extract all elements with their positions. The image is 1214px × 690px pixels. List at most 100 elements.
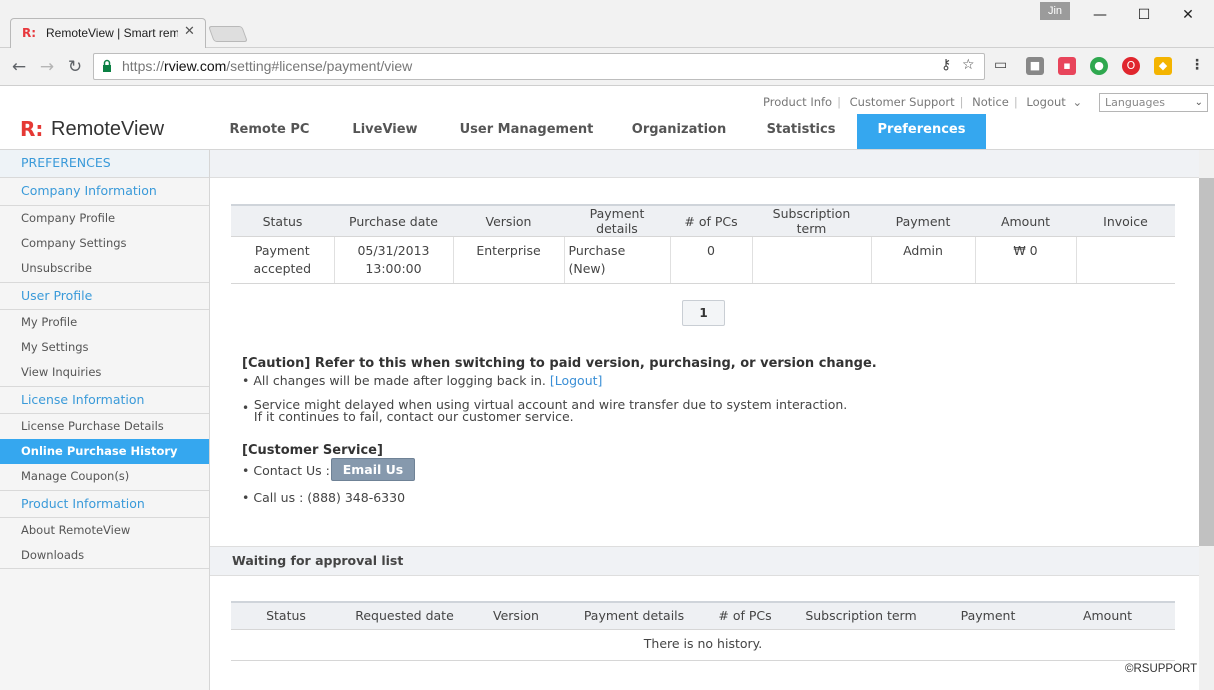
- nav-organization[interactable]: Organization: [618, 114, 740, 150]
- extension-icon[interactable]: ●: [1090, 57, 1108, 75]
- approval-section-title: Waiting for approval list: [232, 553, 404, 568]
- customer-service-title: [Customer Service]: [242, 443, 383, 458]
- column-header: Amount: [1040, 601, 1175, 630]
- logout-inline-link[interactable]: [Logout]: [550, 373, 603, 388]
- contact-label: Contact Us :: [253, 463, 330, 478]
- sidebar-item-company-profile[interactable]: Company Profile: [0, 206, 209, 231]
- logo-text: RemoteView: [51, 118, 165, 140]
- maximize-icon[interactable]: ☐: [1124, 4, 1164, 26]
- column-header: Subscription term: [786, 601, 936, 630]
- column-header: Payment: [936, 601, 1040, 630]
- back-icon[interactable]: ←: [8, 56, 30, 78]
- nav-statistics[interactable]: Statistics: [750, 114, 852, 150]
- caution-text: If it continues to fail, contact our cus…: [253, 409, 574, 424]
- sidebar-item-downloads[interactable]: Downloads: [0, 543, 209, 568]
- logout-link[interactable]: Logout: [1026, 95, 1065, 109]
- chevron-down-icon[interactable]: ⌄: [1072, 95, 1082, 109]
- lock-icon: [103, 59, 111, 72]
- extension-icon[interactable]: ◆: [1154, 57, 1172, 75]
- sidebar-item-manage-coupons[interactable]: Manage Coupon(s): [0, 464, 209, 489]
- tab-close-icon[interactable]: ✕: [184, 24, 195, 39]
- extension-icon[interactable]: ▪: [1058, 57, 1076, 75]
- new-tab-button[interactable]: [208, 26, 248, 42]
- sidebar-item-view-inquiries[interactable]: View Inquiries: [0, 360, 209, 385]
- notice-link[interactable]: Notice: [972, 95, 1009, 109]
- column-header: Requested date: [341, 601, 468, 630]
- empty-message: There is no history.: [231, 629, 1175, 661]
- extension-icon[interactable]: O: [1122, 57, 1140, 75]
- minimize-icon[interactable]: —: [1080, 4, 1120, 26]
- approval-table: Status Requested date Version Payment de…: [231, 601, 1175, 661]
- sidebar-item-my-profile[interactable]: My Profile: [0, 310, 209, 335]
- caution-line: If it continues to fail, contact our cus…: [242, 410, 574, 423]
- status-line: accepted: [253, 261, 312, 276]
- column-header: Payment details: [564, 204, 670, 237]
- nav-user-management[interactable]: User Management: [449, 114, 604, 150]
- url-text[interactable]: https://rview.com/setting#license/paymen…: [122, 58, 412, 74]
- date-line: 05/31/2013: [357, 243, 430, 258]
- reload-icon[interactable]: ↻: [64, 56, 86, 78]
- extension-icon[interactable]: ■: [1026, 57, 1044, 75]
- sidebar-item-online-purchase-history[interactable]: Online Purchase History: [0, 439, 209, 464]
- cell-pcs: 0: [670, 236, 753, 284]
- key-icon[interactable]: ⚷: [941, 57, 951, 73]
- caution-title: [Caution] Refer to this when switching t…: [242, 356, 877, 371]
- email-us-button[interactable]: Email Us: [331, 458, 415, 481]
- column-header: # of PCs: [670, 204, 752, 237]
- sidebar-item-company-settings[interactable]: Company Settings: [0, 231, 209, 256]
- forward-icon[interactable]: →: [36, 56, 58, 78]
- column-header: Subscription term: [752, 204, 871, 237]
- close-window-icon[interactable]: ✕: [1168, 4, 1208, 26]
- logo-mark: R:: [20, 117, 44, 141]
- call-text: Call us : (888) 348-6330: [253, 490, 406, 505]
- cell-subscription-term: [752, 236, 872, 284]
- nav-liveview[interactable]: LiveView: [335, 114, 435, 150]
- column-header: Status: [231, 601, 341, 630]
- utility-links: Product Info | Customer Support | Notice | …: [763, 95, 1082, 109]
- star-icon[interactable]: ☆: [962, 57, 975, 73]
- table-row: There is no history.: [231, 629, 1175, 661]
- column-header: Invoice: [1076, 204, 1175, 237]
- separator: |: [1013, 95, 1018, 109]
- url-path: /setting#license/payment/view: [226, 58, 413, 74]
- contact-line: • Contact Us :: [242, 463, 330, 478]
- product-info-link[interactable]: Product Info: [763, 95, 832, 109]
- call-line: • Call us : (888) 348-6330: [242, 490, 406, 505]
- profile-badge[interactable]: Jin: [1040, 2, 1070, 20]
- cell-payment-details: Purchase (New): [564, 236, 671, 284]
- sidebar-group-product-information[interactable]: Product Information: [0, 490, 209, 518]
- copyright: ©RSUPPORT: [1125, 663, 1198, 675]
- column-header: Purchase date: [334, 204, 453, 237]
- sidebar-divider: [0, 568, 209, 569]
- menu-icon[interactable]: ⋮: [1190, 57, 1204, 73]
- table-header-row: Status Requested date Version Payment de…: [231, 601, 1175, 630]
- sidebar-item-about-remoteview[interactable]: About RemoteView: [0, 518, 209, 543]
- sidebar-item-license-purchase-details[interactable]: License Purchase Details: [0, 414, 209, 439]
- url-scheme: https://: [122, 58, 165, 74]
- cell-purchase-date: 05/31/2013 13:00:00: [334, 236, 454, 284]
- pagination-page-button[interactable]: 1: [682, 300, 725, 326]
- sidebar-group-company-information[interactable]: Company Information: [0, 178, 209, 206]
- sidebar-group-license-information[interactable]: License Information: [0, 386, 209, 414]
- column-header: Payment: [871, 204, 975, 237]
- language-select[interactable]: Languages ⌄: [1099, 93, 1208, 112]
- column-header: Version: [453, 204, 564, 237]
- tab-title[interactable]: RemoteView | Smart rem: [46, 26, 178, 40]
- cell-invoice[interactable]: [1076, 236, 1175, 284]
- column-header: Status: [231, 204, 334, 237]
- sidebar-item-unsubscribe[interactable]: Unsubscribe: [0, 256, 209, 281]
- nav-preferences[interactable]: Preferences: [857, 114, 986, 150]
- table-row: Payment accepted 05/31/2013 13:00:00 Enter…: [231, 236, 1175, 284]
- cast-icon[interactable]: ▭: [994, 57, 1007, 73]
- nav-remote-pc[interactable]: Remote PC: [212, 114, 327, 150]
- sidebar-item-my-settings[interactable]: My Settings: [0, 335, 209, 360]
- cell-payment: Admin: [871, 236, 976, 284]
- separator: |: [959, 95, 964, 109]
- customer-support-link[interactable]: Customer Support: [850, 95, 955, 109]
- cell-version: Enterprise: [453, 236, 565, 284]
- content-header-bar: [210, 150, 1199, 178]
- sidebar-group-user-profile[interactable]: User Profile: [0, 282, 209, 310]
- cell-status: Payment accepted: [231, 236, 335, 284]
- scrollbar-thumb[interactable]: [1199, 178, 1214, 546]
- table-header-row: Status Purchase date Version Payment det…: [231, 204, 1175, 237]
